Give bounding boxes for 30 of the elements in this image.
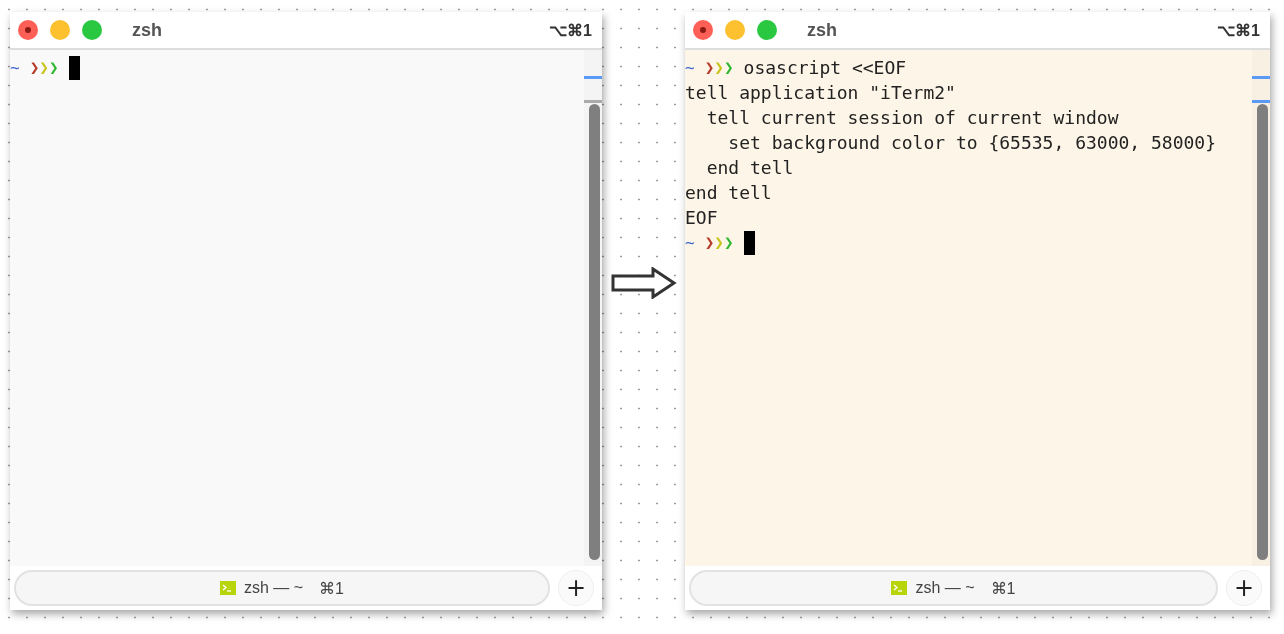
command-text: osascript <<EOF	[743, 56, 907, 80]
scrollbar[interactable]	[584, 50, 602, 566]
prompt-chevrons: ❯❯❯	[704, 57, 734, 79]
terminal-icon	[891, 581, 908, 595]
scrollbar[interactable]	[1252, 50, 1270, 566]
output-line: tell current session of current window	[705, 106, 1119, 130]
close-button[interactable]	[18, 20, 38, 40]
output-line: set background color to {65535, 63000, 58000}	[727, 131, 1216, 155]
new-tab-button[interactable]: +	[558, 570, 594, 606]
prompt-tilde: ~	[685, 232, 695, 254]
close-button[interactable]	[693, 20, 713, 40]
prompt-tilde: ~	[10, 57, 20, 79]
output-line: end tell	[685, 181, 772, 205]
window-title: zsh	[807, 19, 837, 41]
output-line: EOF	[685, 206, 718, 230]
prompt-tilde: ~	[685, 57, 695, 79]
window-title: zsh	[132, 19, 162, 41]
prompt-chevrons: ❯❯❯	[29, 57, 59, 79]
window-shortcut: ⌥⌘1	[1217, 20, 1260, 40]
zoom-button[interactable]	[757, 20, 777, 40]
output-line: tell application "iTerm2"	[685, 81, 956, 105]
session-tab[interactable]: zsh — ~ ⌘1	[14, 570, 550, 606]
session-tab[interactable]: zsh — ~ ⌘1	[689, 570, 1218, 606]
prompt-chevrons: ❯❯❯	[704, 232, 734, 254]
terminal-icon	[219, 581, 236, 595]
zoom-button[interactable]	[82, 20, 102, 40]
window-shortcut: ⌥⌘1	[549, 20, 592, 40]
new-tab-button[interactable]: +	[1226, 570, 1262, 606]
arrow-icon	[610, 267, 677, 299]
output-line: end tell	[705, 156, 794, 180]
